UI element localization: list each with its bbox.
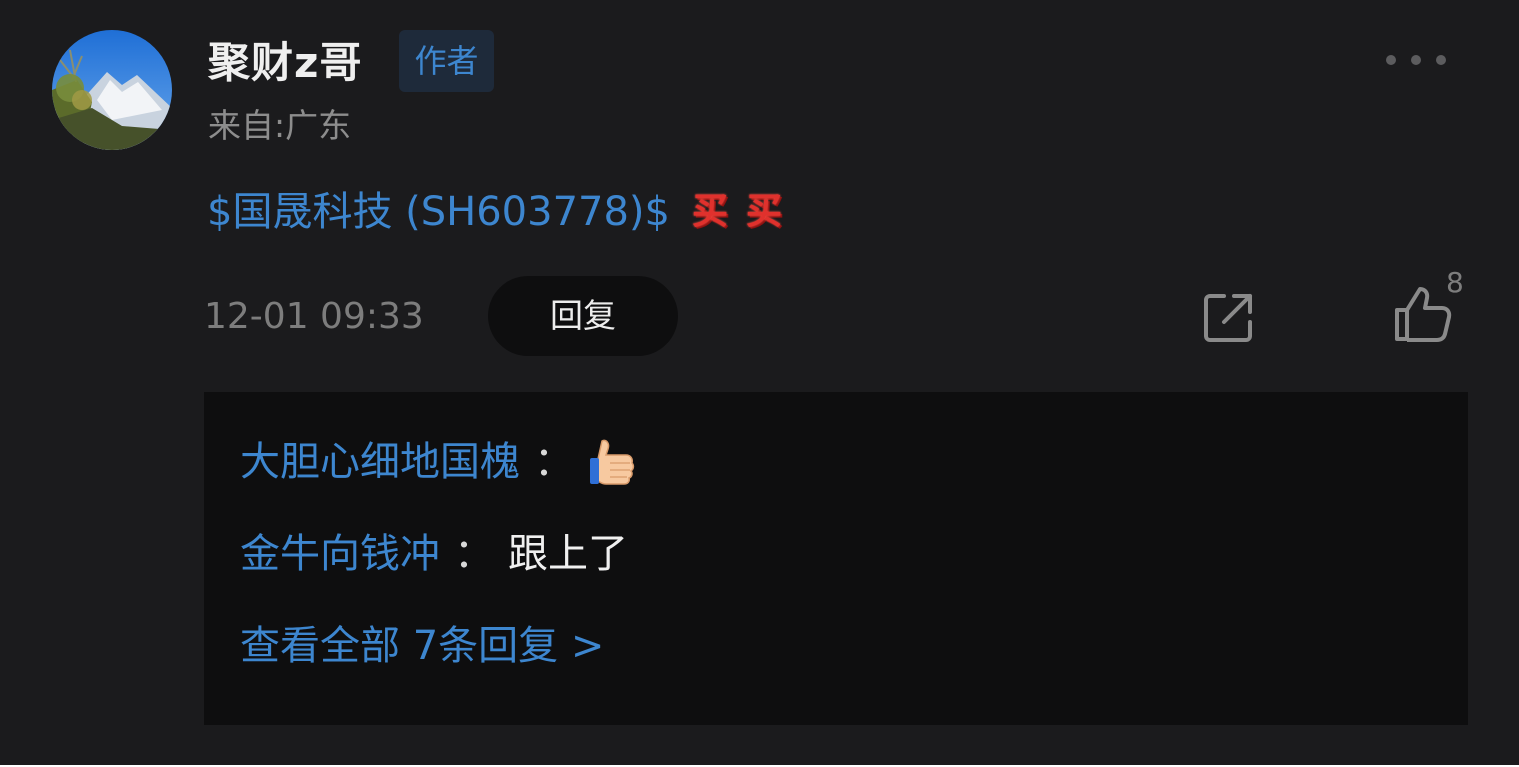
reply-item: 金牛向钱冲 ： 跟上了: [240, 526, 628, 582]
more-dot-icon: [1386, 55, 1396, 65]
timestamp: 12-01 09:33: [204, 296, 424, 337]
buy-emoji-icon: 买: [692, 191, 729, 232]
reply-colon: ：: [534, 439, 574, 485]
thumbs-up-outline-icon: [1395, 287, 1452, 342]
author-badge: 作者: [399, 30, 494, 92]
comment-card: 聚财z哥 作者 来自:广东 $国晟科技 (SH603778)$ 买 买 12-0…: [0, 0, 1519, 765]
more-options-button[interactable]: [1386, 48, 1446, 72]
username[interactable]: 聚财z哥: [208, 36, 362, 90]
replies-preview[interactable]: 大胆心细地国槐 ： 金牛向钱冲 ： 跟上了 查看全部 7条回复 >: [204, 392, 1468, 725]
reply-text: 跟上了: [508, 531, 628, 577]
buy-emoji-icon: 买: [746, 191, 783, 232]
post-content: $国晟科技 (SH603778)$ 买 买: [207, 184, 782, 240]
like-count: 8: [1446, 266, 1464, 299]
more-dot-icon: [1411, 55, 1421, 65]
avatar[interactable]: [52, 30, 172, 150]
avatar-image: [52, 30, 172, 150]
view-all-replies-link[interactable]: 查看全部 7条回复 >: [240, 618, 604, 674]
share-button[interactable]: [1200, 290, 1256, 346]
reply-colon: ：: [454, 531, 494, 577]
reply-button[interactable]: 回复: [488, 276, 678, 356]
thumbs-up-icon: [590, 439, 635, 485]
reply-author[interactable]: 金牛向钱冲: [240, 526, 440, 582]
more-dot-icon: [1436, 55, 1446, 65]
stock-link[interactable]: $国晟科技 (SH603778)$: [207, 184, 670, 240]
location-label: 来自:广东: [208, 106, 352, 145]
reply-author[interactable]: 大胆心细地国槐: [240, 434, 520, 490]
share-icon: [1204, 294, 1252, 342]
reply-item: 大胆心细地国槐 ：: [240, 434, 638, 490]
like-button[interactable]: [1392, 284, 1454, 344]
